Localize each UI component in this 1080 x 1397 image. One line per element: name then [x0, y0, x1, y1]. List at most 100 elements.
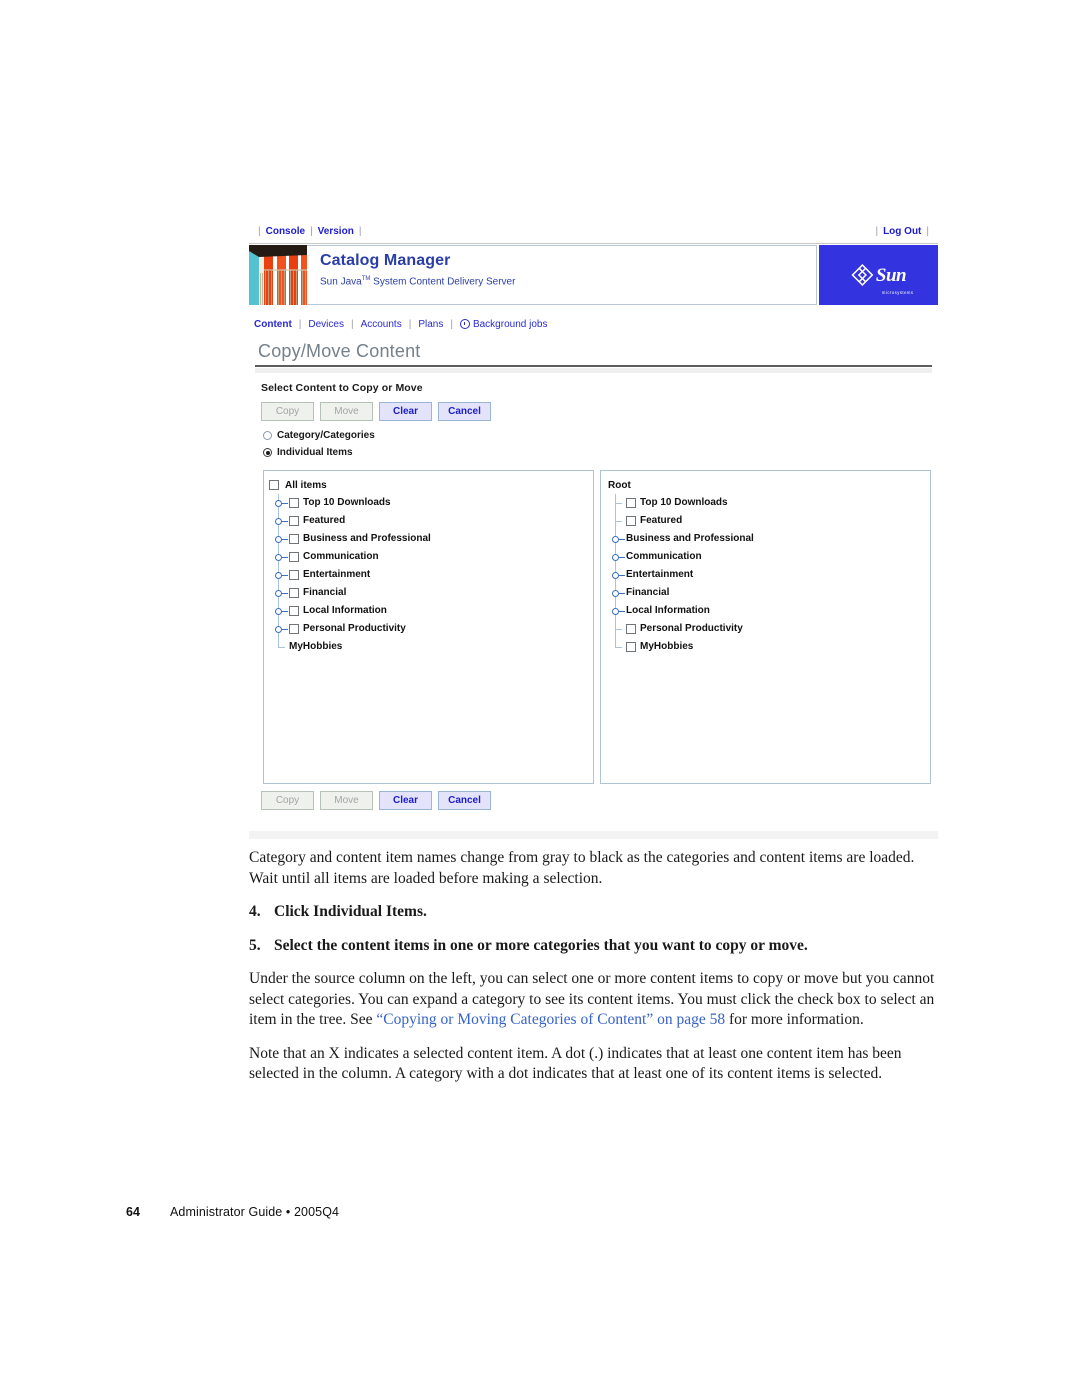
nav-item-background-jobs[interactable]: Background jobs [459, 319, 547, 330]
nav-item-accounts[interactable]: Accounts [361, 319, 402, 330]
target-tree-panel[interactable]: Root Top 10 Downloads Featured Business … [600, 470, 931, 784]
tree-item-checkbox[interactable] [626, 642, 636, 652]
nav-item-content[interactable]: Content [254, 319, 292, 330]
expand-handle-icon[interactable] [606, 602, 626, 620]
tree-row[interactable]: Communication [601, 548, 930, 566]
tree-row[interactable]: Financial [601, 584, 930, 602]
divider: | [875, 226, 879, 237]
expand-handle-icon[interactable] [269, 620, 289, 638]
tree-item-checkbox[interactable] [289, 552, 299, 562]
tree-item-checkbox[interactable] [289, 516, 299, 526]
version-link[interactable]: Version [318, 225, 354, 239]
tree-row[interactable]: Entertainment [264, 566, 593, 584]
expand-handle-icon[interactable] [269, 512, 289, 530]
divider: | [450, 318, 453, 330]
tree-row[interactable]: Business and Professional [601, 530, 930, 548]
tree-item-label: Business and Professional [626, 533, 754, 544]
expand-handle-icon[interactable] [269, 566, 289, 584]
expand-handle-icon[interactable] [269, 584, 289, 602]
expand-handle-icon[interactable] [606, 530, 626, 548]
books-illustration [249, 245, 307, 305]
tree-item-checkbox[interactable] [289, 534, 299, 544]
tree-item-label: Top 10 Downloads [640, 497, 728, 508]
expand-handle-icon[interactable] [269, 602, 289, 620]
move-button-bottom[interactable]: Move [320, 791, 373, 810]
detail-text-after: for more information. [725, 1011, 864, 1028]
clear-button-bottom[interactable]: Clear [379, 791, 432, 810]
page-title-region: Copy/Move Content [249, 336, 938, 373]
tree-item-label: Communication [626, 551, 702, 562]
expand-handle-icon[interactable] [606, 584, 626, 602]
tree-item-checkbox[interactable] [626, 516, 636, 526]
radio-button-individual-items-icon[interactable] [263, 448, 272, 457]
masthead: Catalog Manager Sun JavaTM System Conten… [249, 244, 938, 306]
tree-item-label: Local Information [626, 605, 710, 616]
tree-row[interactable]: MyHobbies [601, 638, 930, 656]
tree-item-checkbox[interactable] [289, 606, 299, 616]
tree-item-checkbox[interactable] [626, 498, 636, 508]
radio-option-individual-items[interactable]: Individual Items [263, 445, 938, 460]
clear-button-top[interactable]: Clear [379, 402, 432, 421]
tree-row[interactable]: Financial [264, 584, 593, 602]
tree-row[interactable]: Entertainment [601, 566, 930, 584]
expand-handle-icon[interactable] [269, 548, 289, 566]
cross-reference-link[interactable]: “Copying or Moving Categories of Content… [376, 1011, 725, 1028]
tree-root-row-source[interactable]: All items [264, 476, 593, 494]
radio-label-individual-items: Individual Items [277, 447, 353, 458]
copy-button-bottom[interactable]: Copy [261, 791, 314, 810]
expand-handle-icon[interactable] [269, 494, 289, 512]
page-number: 64 [126, 1205, 140, 1219]
source-tree-panel[interactable]: All items Top 10 Downloads Featured Busi… [263, 470, 594, 784]
cancel-button-bottom[interactable]: Cancel [438, 791, 491, 810]
tree-item-checkbox[interactable] [289, 570, 299, 580]
tree-row[interactable]: Personal Productivity [601, 620, 930, 638]
step-number: 4. [249, 903, 261, 920]
move-button-top[interactable]: Move [320, 402, 373, 421]
app-title-box: Catalog Manager Sun JavaTM System Conten… [307, 245, 817, 305]
expand-handle-icon[interactable] [606, 548, 626, 566]
tree-item-checkbox[interactable] [289, 588, 299, 598]
sun-diamond-icon [850, 264, 873, 286]
step-text: Click Individual Items. [274, 903, 427, 920]
tree-item-label: Entertainment [626, 569, 694, 580]
tree-root-row-target[interactable]: Root [601, 476, 930, 494]
tree-row[interactable]: Communication [264, 548, 593, 566]
sun-wordmark: Sun microsystems [876, 266, 913, 295]
nav-item-devices[interactable]: Devices [308, 319, 344, 330]
tree-item-checkbox[interactable] [626, 624, 636, 634]
nav-item-plans[interactable]: Plans [418, 319, 443, 330]
tree-row[interactable]: Featured [601, 512, 930, 530]
nav-label: Content [254, 318, 292, 330]
tree-connector-icon [269, 638, 289, 656]
tree-row[interactable]: Local Information [601, 602, 930, 620]
console-link[interactable]: Console [266, 225, 305, 239]
app-subtitle: Sun JavaTM System Content Delivery Serve… [320, 272, 816, 289]
expand-handle-icon[interactable] [606, 566, 626, 584]
cancel-button-top[interactable]: Cancel [438, 402, 491, 421]
step-5: 5. Select the content items in one or mo… [249, 936, 941, 957]
tree-row[interactable]: Local Information [264, 602, 593, 620]
radio-button-category-icon[interactable] [263, 431, 272, 440]
log-out-link[interactable]: Log Out [883, 225, 921, 239]
tree-item-label: Local Information [303, 605, 387, 616]
radio-label-category: Category/Categories [277, 430, 375, 441]
tree-row[interactable]: Top 10 Downloads [264, 494, 593, 512]
tree-item-label: MyHobbies [640, 641, 694, 652]
tree-item-label: Top 10 Downloads [303, 497, 391, 508]
tree-item-checkbox[interactable] [289, 624, 299, 634]
sun-logo: Sun microsystems [850, 264, 913, 295]
radio-option-category[interactable]: Category/Categories [263, 428, 938, 443]
tree-row[interactable]: MyHobbies [264, 638, 593, 656]
expand-handle-icon[interactable] [269, 530, 289, 548]
tree-row[interactable]: Top 10 Downloads [601, 494, 930, 512]
tree-row[interactable]: Business and Professional [264, 530, 593, 548]
checkbox-all-items[interactable] [269, 480, 279, 490]
section-heading: Select Content to Copy or Move [261, 382, 423, 394]
tree-item-label: Communication [303, 551, 379, 562]
app-subtitle-prefix: Sun Java [320, 276, 362, 288]
tree-item-label: MyHobbies [289, 641, 343, 652]
tree-row[interactable]: Featured [264, 512, 593, 530]
copy-button-top[interactable]: Copy [261, 402, 314, 421]
tree-item-checkbox[interactable] [289, 498, 299, 508]
tree-row[interactable]: Personal Productivity [264, 620, 593, 638]
